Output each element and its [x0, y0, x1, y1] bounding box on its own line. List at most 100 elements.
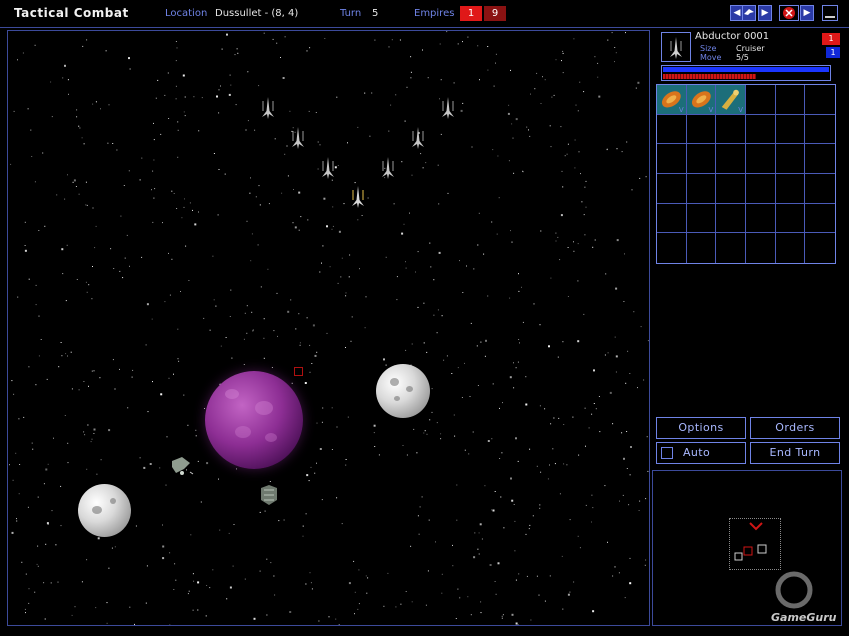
component-grid[interactable]: VVV [656, 84, 836, 264]
star [181, 217, 183, 219]
star [614, 336, 616, 338]
moon-west[interactable] [78, 484, 131, 537]
star [74, 606, 76, 608]
star [153, 159, 155, 161]
component-slot[interactable] [716, 203, 746, 234]
star [255, 196, 257, 198]
star [34, 44, 36, 46]
moon-east[interactable] [376, 364, 430, 418]
star [476, 345, 478, 347]
star [367, 197, 369, 199]
component-slot[interactable] [805, 115, 835, 145]
component-slot[interactable] [657, 203, 687, 234]
star [177, 129, 179, 131]
star [358, 603, 360, 605]
star [474, 532, 476, 534]
combat-map[interactable] [7, 30, 650, 626]
component-slot[interactable] [745, 114, 776, 145]
ship-portrait[interactable] [661, 32, 691, 62]
component-slot[interactable] [686, 144, 717, 174]
component-slot[interactable] [716, 144, 746, 174]
options-button[interactable]: Options [656, 417, 746, 439]
minimap[interactable]: GameGuru [652, 470, 842, 626]
star [218, 169, 220, 170]
component-slot[interactable]: V [686, 85, 717, 115]
arrow-right-icon[interactable]: ▶ [758, 5, 772, 21]
component-slot[interactable] [775, 85, 806, 115]
star [552, 448, 554, 450]
enemy-ship[interactable] [261, 97, 275, 119]
empire-count-enemy[interactable]: 9 [484, 6, 506, 21]
component-slot[interactable] [805, 85, 835, 115]
star [164, 301, 166, 303]
star [321, 499, 323, 501]
star [251, 311, 253, 313]
star [338, 230, 341, 233]
enemy-ship[interactable] [291, 127, 305, 149]
star [468, 453, 470, 455]
star [467, 596, 469, 598]
size-label: Size [700, 44, 717, 53]
star [583, 313, 585, 315]
star [423, 432, 425, 434]
target-marker[interactable] [294, 367, 303, 376]
component-slot[interactable] [775, 144, 806, 174]
component-slot[interactable] [745, 173, 776, 204]
component-slot[interactable] [745, 203, 776, 234]
component-slot[interactable] [686, 114, 717, 145]
component-slot[interactable] [716, 233, 746, 263]
component-slot[interactable] [745, 144, 776, 174]
component-slot[interactable] [776, 233, 806, 263]
component-slot[interactable] [805, 144, 835, 174]
component-slot[interactable] [657, 233, 687, 263]
component-slot[interactable] [805, 204, 835, 234]
ship-silhouette-icon [744, 9, 754, 15]
star [50, 81, 52, 83]
star [335, 618, 337, 620]
orders-button[interactable]: Orders [750, 417, 840, 439]
star [626, 468, 628, 469]
component-slot[interactable] [745, 85, 776, 115]
star [252, 329, 254, 331]
enemy-ship[interactable] [321, 157, 335, 179]
component-slot[interactable] [805, 233, 835, 263]
star [35, 284, 37, 286]
star [558, 417, 560, 419]
player-station[interactable] [258, 484, 280, 506]
enemy-ship-selected[interactable] [351, 186, 365, 208]
component-slot[interactable] [657, 144, 687, 174]
target-icon[interactable] [779, 5, 799, 21]
component-slot[interactable]: V [657, 85, 687, 115]
enemy-ship[interactable] [411, 127, 425, 149]
component-slot[interactable] [657, 114, 687, 145]
component-slot[interactable] [775, 203, 806, 234]
component-slot[interactable] [687, 233, 717, 263]
component-slot[interactable] [716, 173, 746, 204]
empire-count-player[interactable]: 1 [460, 6, 482, 21]
component-slot[interactable] [686, 173, 717, 204]
component-slot[interactable] [686, 203, 717, 234]
ship-view-icon[interactable] [742, 5, 756, 21]
player-ship[interactable] [168, 455, 196, 477]
component-slot[interactable] [746, 233, 776, 263]
minimap-viewport[interactable] [729, 518, 781, 570]
arrow-right-end-icon[interactable]: ▶ [800, 5, 814, 21]
end-turn-button[interactable]: End Turn [750, 442, 840, 464]
component-slot[interactable] [775, 173, 806, 204]
auto-checkbox[interactable] [661, 447, 673, 459]
component-slot[interactable]: V [716, 85, 746, 115]
star [371, 92, 373, 94]
component-slot[interactable] [805, 174, 835, 204]
planet-purple[interactable] [205, 371, 303, 469]
component-slot[interactable] [657, 173, 687, 204]
auto-toggle[interactable]: Auto [656, 442, 746, 464]
star [328, 616, 330, 618]
component-slot[interactable] [716, 114, 746, 145]
component-slot[interactable] [775, 114, 806, 145]
enemy-ship[interactable] [381, 157, 395, 179]
star [305, 583, 307, 585]
star [108, 567, 110, 569]
star [194, 223, 197, 226]
enemy-ship[interactable] [441, 97, 455, 119]
minimize-button[interactable] [822, 5, 838, 21]
